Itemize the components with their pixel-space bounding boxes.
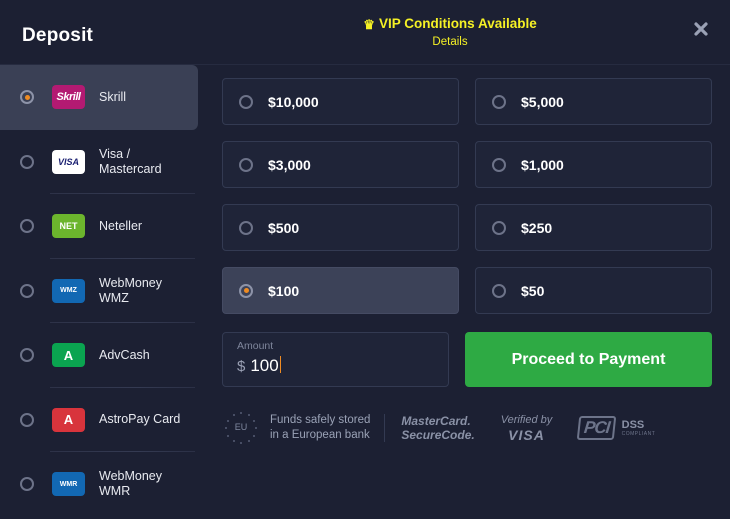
visa-line-1: Verified by [500,413,553,426]
radio-button[interactable] [20,283,34,298]
radio-button[interactable] [20,412,34,427]
payment-method-list[interactable]: Skrill Skrill VISA Visa / Mastercard NET Nete… [0,65,198,519]
vip-text: VIP Conditions Available [378,16,537,31]
currency-symbol: $ [237,358,246,375]
eu-stars-icon: EU [222,409,260,447]
dialog-header: Deposit ♛ VIP Conditions Available Detail… [0,0,730,65]
payment-method-astropay[interactable]: A AstroPay Card [0,388,198,452]
vip-banner: ♛ VIP Conditions Available Details [330,16,570,48]
webmoney-wmz-logo: WMZ [52,278,85,303]
amount-option-label: $500 [268,219,300,236]
verified-by-visa-logo: Verified by VISA [501,414,553,443]
divider [384,414,386,442]
page-title: Deposit [22,25,94,46]
pci-compliant-label: COMPLIANT [621,431,656,437]
amount-option-label: $5,000 [521,93,564,110]
payment-method-visa-mastercard[interactable]: VISA Visa / Mastercard [0,130,198,194]
amount-option-label: $100 [268,282,300,299]
radio-button[interactable] [492,220,506,235]
neteller-logo: NET [52,214,85,239]
payment-method-neteller[interactable]: NET Neteller [0,194,198,259]
payment-method-label: AstroPay Card [99,412,181,427]
payment-method-label: Visa / Mastercard [99,146,162,176]
amount-option-50[interactable]: $50 [475,267,712,314]
pci-mark: PCI [577,416,617,440]
amount-value: 100 [250,356,279,375]
amount-option-500[interactable]: $500 [222,204,459,251]
eu-star [255,427,257,429]
amount-option-label: $1,000 [521,156,564,173]
payment-method-advcash[interactable]: A AdvCash [0,323,198,388]
payment-method-skrill[interactable]: Skrill Skrill [0,65,198,130]
amount-option-label: $3,000 [268,156,311,173]
close-icon [694,22,708,36]
radio-button[interactable] [492,157,506,172]
eu-star [247,414,250,416]
eu-bank-caption: Funds safely stored in a European bank [270,414,371,441]
pci-dss-label: DSS [621,419,645,431]
amount-label: Amount [237,340,274,352]
amount-options-grid[interactable]: $10,000 $5,000 $3,000 $1,000 $500 $250 $100 $50 [222,78,712,314]
pci-dss-logo: PCI DSS COMPLIANT [577,416,656,440]
amount-value-wrap: $ 100 [237,354,448,376]
radio-button[interactable] [492,94,506,109]
vip-details-link[interactable]: Details [330,36,570,48]
payment-row: Amount $ 100 Proceed to Payment [222,332,712,387]
payment-method-webmoney-wmz[interactable]: WMZ WebMoney WMZ [0,259,198,323]
radio-button[interactable] [20,90,34,105]
eu-star [225,427,227,429]
eu-star [232,439,235,442]
payment-method-label: WebMoney WMZ [99,275,162,305]
amount-option-label: $50 [521,282,545,299]
payment-method-label: WebMoney WMR [99,469,162,499]
eu-star [252,419,255,422]
radio-button[interactable] [492,283,506,298]
visa-line-2: VISA [508,426,545,443]
radio-button[interactable] [20,348,34,363]
eu-star [227,434,229,437]
eu-star [240,412,242,414]
radio-button[interactable] [239,220,253,235]
amount-option-3000[interactable]: $3,000 [222,141,459,188]
pci-dss-text: DSS COMPLIANT [622,419,656,437]
proceed-to-payment-button[interactable]: Proceed to Payment [465,332,712,387]
amount-option-100[interactable]: $100 [222,267,459,314]
astropay-logo: A [52,407,85,432]
radio-button[interactable] [239,94,253,109]
advcash-logo: A [52,343,85,368]
deposit-dialog: Deposit ♛ VIP Conditions Available Detail… [0,0,730,519]
amount-option-10000[interactable]: $10,000 [222,78,459,125]
amount-option-250[interactable]: $250 [475,204,712,251]
radio-button[interactable] [239,157,253,172]
mastercard-securecode-logo: MasterCard. SecureCode. [401,414,475,442]
main-panel: $10,000 $5,000 $3,000 $1,000 $500 $250 $100 $50… [198,65,730,519]
payment-method-label: Neteller [99,218,143,233]
skrill-logo: Skrill [52,85,85,110]
close-button[interactable] [690,18,712,40]
amount-option-label: $10,000 [268,93,319,110]
trust-badges: EU Funds safely stored in a European ban… [222,405,712,451]
webmoney-wmr-logo: WMR [52,472,85,497]
eu-star [252,434,255,437]
payment-method-label: AdvCash [99,347,150,362]
visa-mastercard-logo: VISA [52,149,85,174]
amount-option-label: $250 [521,219,553,236]
eu-star [227,419,229,422]
crown-icon: ♛ [363,17,375,32]
radio-button[interactable] [20,477,34,492]
radio-button[interactable] [239,283,253,298]
text-caret [279,356,282,373]
eu-star [247,439,250,442]
eu-star [232,414,235,416]
amount-option-1000[interactable]: $1,000 [475,141,712,188]
payment-method-webmoney-wmr[interactable]: WMR WebMoney WMR [0,452,198,517]
amount-input[interactable]: Amount $ 100 [222,332,449,387]
vip-conditions-label: ♛ VIP Conditions Available [330,16,570,33]
radio-button[interactable] [20,219,34,234]
radio-button[interactable] [20,154,34,169]
eu-star [240,442,242,444]
payment-method-label: Skrill [99,89,127,104]
amount-option-5000[interactable]: $5,000 [475,78,712,125]
